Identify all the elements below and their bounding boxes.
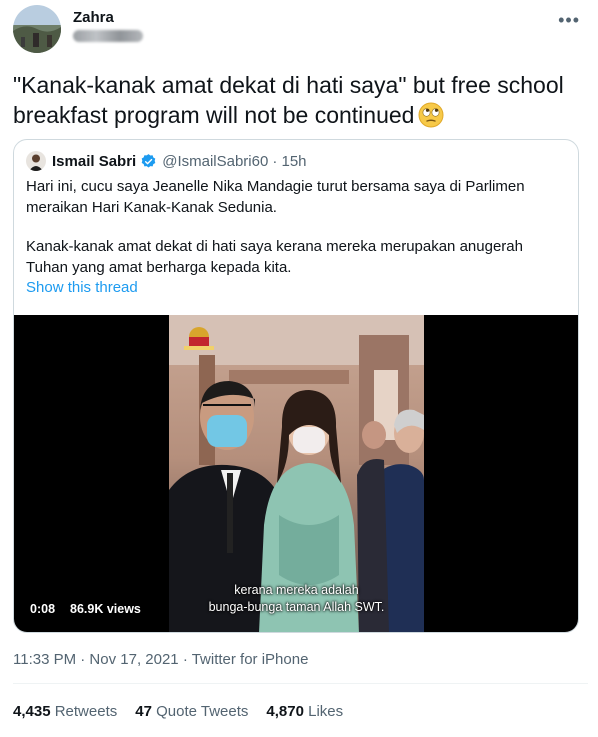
quoted-author-avatar[interactable] [26, 151, 46, 171]
more-options-icon[interactable]: ••• [558, 10, 580, 31]
tweet-text-block: "Kanak-kanak amat dekat di hati saya" bu… [13, 70, 588, 130]
quote-tweets-label: Quote Tweets [156, 703, 249, 720]
video-caption-line-2: bunga-bunga taman Allah SWT. [208, 600, 385, 614]
retweets-count: 4,435 [13, 703, 51, 720]
author-handle-redacted [73, 30, 143, 42]
video-view-count: 86.9K views [70, 602, 141, 616]
tweet-timestamp[interactable]: 11:33 PM · Nov 17, 2021 · Twitter for iP… [13, 651, 308, 668]
video-player[interactable]: kerana mereka adalah bunga-bunga taman A… [14, 315, 578, 632]
verified-badge-icon [141, 153, 156, 168]
quoted-author-name[interactable]: Ismail Sabri [52, 153, 136, 170]
video-duration: 0:08 [30, 602, 56, 616]
author-name[interactable]: Zahra [73, 9, 114, 26]
quote-tweets-stat[interactable]: 47 Quote Tweets [135, 703, 248, 720]
quoted-tweet-card[interactable]: Ismail Sabri @IsmailSabri60 · 15h Hari i… [13, 139, 579, 633]
tweet-stats-bar: 4,435 Retweets 47 Quote Tweets 4,870 Lik… [13, 703, 343, 720]
quoted-tweet-paragraph-1: Hari ini, cucu saya Jeanelle Nika Mandag… [26, 178, 525, 216]
quote-tweets-count: 47 [135, 703, 152, 720]
likes-count: 4,870 [266, 703, 304, 720]
show-thread-link[interactable]: Show this thread [26, 279, 138, 296]
author-avatar[interactable] [13, 5, 61, 53]
retweets-label: Retweets [54, 703, 118, 720]
likes-label: Likes [308, 703, 344, 720]
quoted-author-handle[interactable]: @IsmailSabri60 [162, 153, 268, 170]
retweets-stat[interactable]: 4,435 Retweets [13, 703, 117, 720]
tweet-text: "Kanak-kanak amat dekat di hati saya" bu… [13, 72, 564, 128]
quoted-tweet-paragraph-2: Kanak-kanak amat dekat di hati saya kera… [26, 238, 523, 276]
face-with-rolling-eyes-icon [418, 102, 444, 128]
quoted-tweet-time[interactable]: · 15h [272, 153, 306, 170]
video-caption-line-1: kerana mereka adalah [234, 583, 359, 597]
likes-stat[interactable]: 4,870 Likes [266, 703, 343, 720]
quoted-tweet-header: Ismail Sabri @IsmailSabri60 · 15h [26, 150, 307, 172]
divider [13, 683, 588, 684]
quoted-avatar-image [26, 151, 46, 171]
avatar-landscape-image [13, 5, 61, 53]
